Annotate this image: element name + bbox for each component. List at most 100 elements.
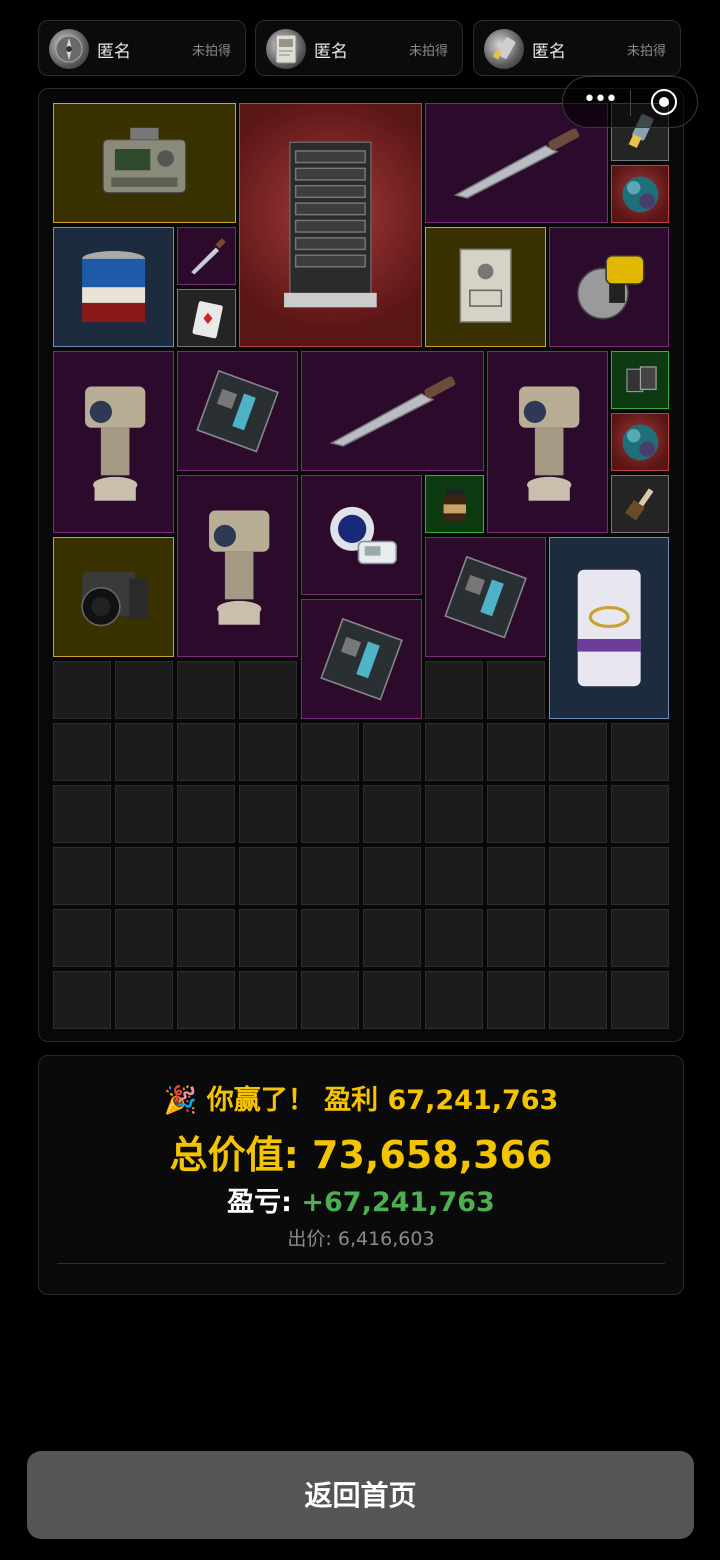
paint-bucket-item[interactable] xyxy=(53,227,174,347)
grid-cell xyxy=(301,909,359,967)
more-icon[interactable]: ••• xyxy=(583,89,618,111)
total-value: 总价值: 73,658,366 xyxy=(169,1133,553,1177)
grid-cell xyxy=(425,909,483,967)
capsule-divider xyxy=(630,90,631,116)
paint-brush-item[interactable] xyxy=(611,475,669,533)
profit-loss-label: 盈亏: xyxy=(227,1187,292,1218)
security-camera-item[interactable] xyxy=(53,351,174,533)
grid-cell xyxy=(363,723,421,781)
document-icon xyxy=(459,248,512,323)
divider xyxy=(57,1263,665,1264)
motherboard-icon xyxy=(196,369,279,453)
blood-pressure-monitor-item[interactable] xyxy=(301,475,422,595)
bidder-status: 未拍得 xyxy=(626,44,666,59)
profit-loss-value: +67,241,763 xyxy=(301,1187,495,1218)
profit-loss: 盈亏: +67,241,763 xyxy=(39,1180,683,1219)
clipboard-document-item[interactable] xyxy=(425,227,546,347)
motherboard-icon xyxy=(444,555,527,639)
grid-cell xyxy=(239,847,297,905)
security-camera-icon xyxy=(208,510,270,625)
motherboard-item[interactable] xyxy=(177,351,298,471)
grid-cell xyxy=(549,971,607,1029)
grid-cell xyxy=(425,847,483,905)
bidder-status: 未拍得 xyxy=(408,44,448,59)
card-icon xyxy=(192,300,223,338)
grid-cell xyxy=(487,661,545,719)
bidder-card: 匿名 未拍得 xyxy=(38,20,246,76)
cement-bag-item[interactable] xyxy=(549,537,669,719)
grid-cell xyxy=(611,785,669,843)
bidder-name: 匿名 xyxy=(97,42,131,62)
grid-cell xyxy=(301,785,359,843)
camera-icon xyxy=(81,571,149,627)
usb-drive-avatar-icon xyxy=(484,29,524,69)
grid-cell xyxy=(53,909,111,967)
saw-icon xyxy=(576,254,645,320)
security-camera-item[interactable] xyxy=(487,351,608,533)
radio-icon xyxy=(102,127,187,194)
grid-cell xyxy=(549,785,607,843)
security-camera-icon xyxy=(84,386,146,501)
knife-icon xyxy=(453,128,580,199)
glass-orb-item[interactable] xyxy=(611,165,669,223)
grid-cell xyxy=(177,847,235,905)
grid-cell xyxy=(239,785,297,843)
motherboard-item[interactable] xyxy=(425,537,546,657)
grid-cell xyxy=(115,971,173,1029)
grid-cell xyxy=(115,723,173,781)
grid-cell xyxy=(363,971,421,1029)
bid-amount: 出价: 6,416,603 xyxy=(287,1228,435,1250)
chip-icon xyxy=(625,365,657,392)
camera-item[interactable] xyxy=(53,537,174,657)
brush-icon xyxy=(624,488,654,521)
coffee-jar-icon xyxy=(443,488,466,522)
orb-icon xyxy=(622,424,658,460)
server-rack-item[interactable] xyxy=(239,103,422,347)
bidder-row: 匿名 未拍得 匿名 未拍得 匿名 未拍得 xyxy=(38,20,684,78)
grid-cell xyxy=(53,847,111,905)
grid-cell xyxy=(363,785,421,843)
combat-knife-item[interactable] xyxy=(301,351,484,471)
grid-cell xyxy=(549,847,607,905)
motherboard-icon xyxy=(320,617,403,701)
grid-cell xyxy=(611,847,669,905)
glass-orb-item[interactable] xyxy=(611,413,669,471)
bidder-card: 匿名 未拍得 xyxy=(473,20,681,76)
grid-cell xyxy=(53,723,111,781)
grid-cell xyxy=(115,661,173,719)
grid-cell xyxy=(239,909,297,967)
orb-icon xyxy=(622,176,658,212)
inventory-grid xyxy=(38,88,684,1042)
grid-cell xyxy=(425,971,483,1029)
playing-card-item[interactable] xyxy=(177,289,236,347)
bidder-name: 匿名 xyxy=(532,42,566,62)
circular-saw-item[interactable] xyxy=(549,227,669,347)
return-home-button[interactable]: 返回首页 xyxy=(27,1451,694,1539)
grid-cell xyxy=(487,847,545,905)
grid-cell xyxy=(487,785,545,843)
bidder-name: 匿名 xyxy=(314,42,348,62)
grid-cell xyxy=(177,723,235,781)
grid-cell xyxy=(363,909,421,967)
grid-cell xyxy=(239,723,297,781)
grid-cell xyxy=(239,661,297,719)
ssd-chips-item[interactable] xyxy=(611,351,669,409)
grid-cell xyxy=(487,723,545,781)
close-target-icon[interactable] xyxy=(651,89,677,115)
security-camera-item[interactable] xyxy=(177,475,298,657)
small-knife-item[interactable] xyxy=(177,227,236,285)
grid-cell xyxy=(425,785,483,843)
motherboard-item[interactable] xyxy=(301,599,422,719)
grid-cell xyxy=(301,723,359,781)
coffee-jar-item[interactable] xyxy=(425,475,484,533)
military-radio-item[interactable] xyxy=(53,103,236,223)
grid-cell xyxy=(115,909,173,967)
knife-icon xyxy=(329,376,456,447)
bidder-card: 匿名 未拍得 xyxy=(255,20,463,76)
grid-cell xyxy=(301,971,359,1029)
grid-cell xyxy=(363,847,421,905)
grid-cell xyxy=(301,847,359,905)
grid-cell xyxy=(611,971,669,1029)
miniprogram-capsule: ••• xyxy=(562,76,698,128)
grid-cell xyxy=(177,909,235,967)
